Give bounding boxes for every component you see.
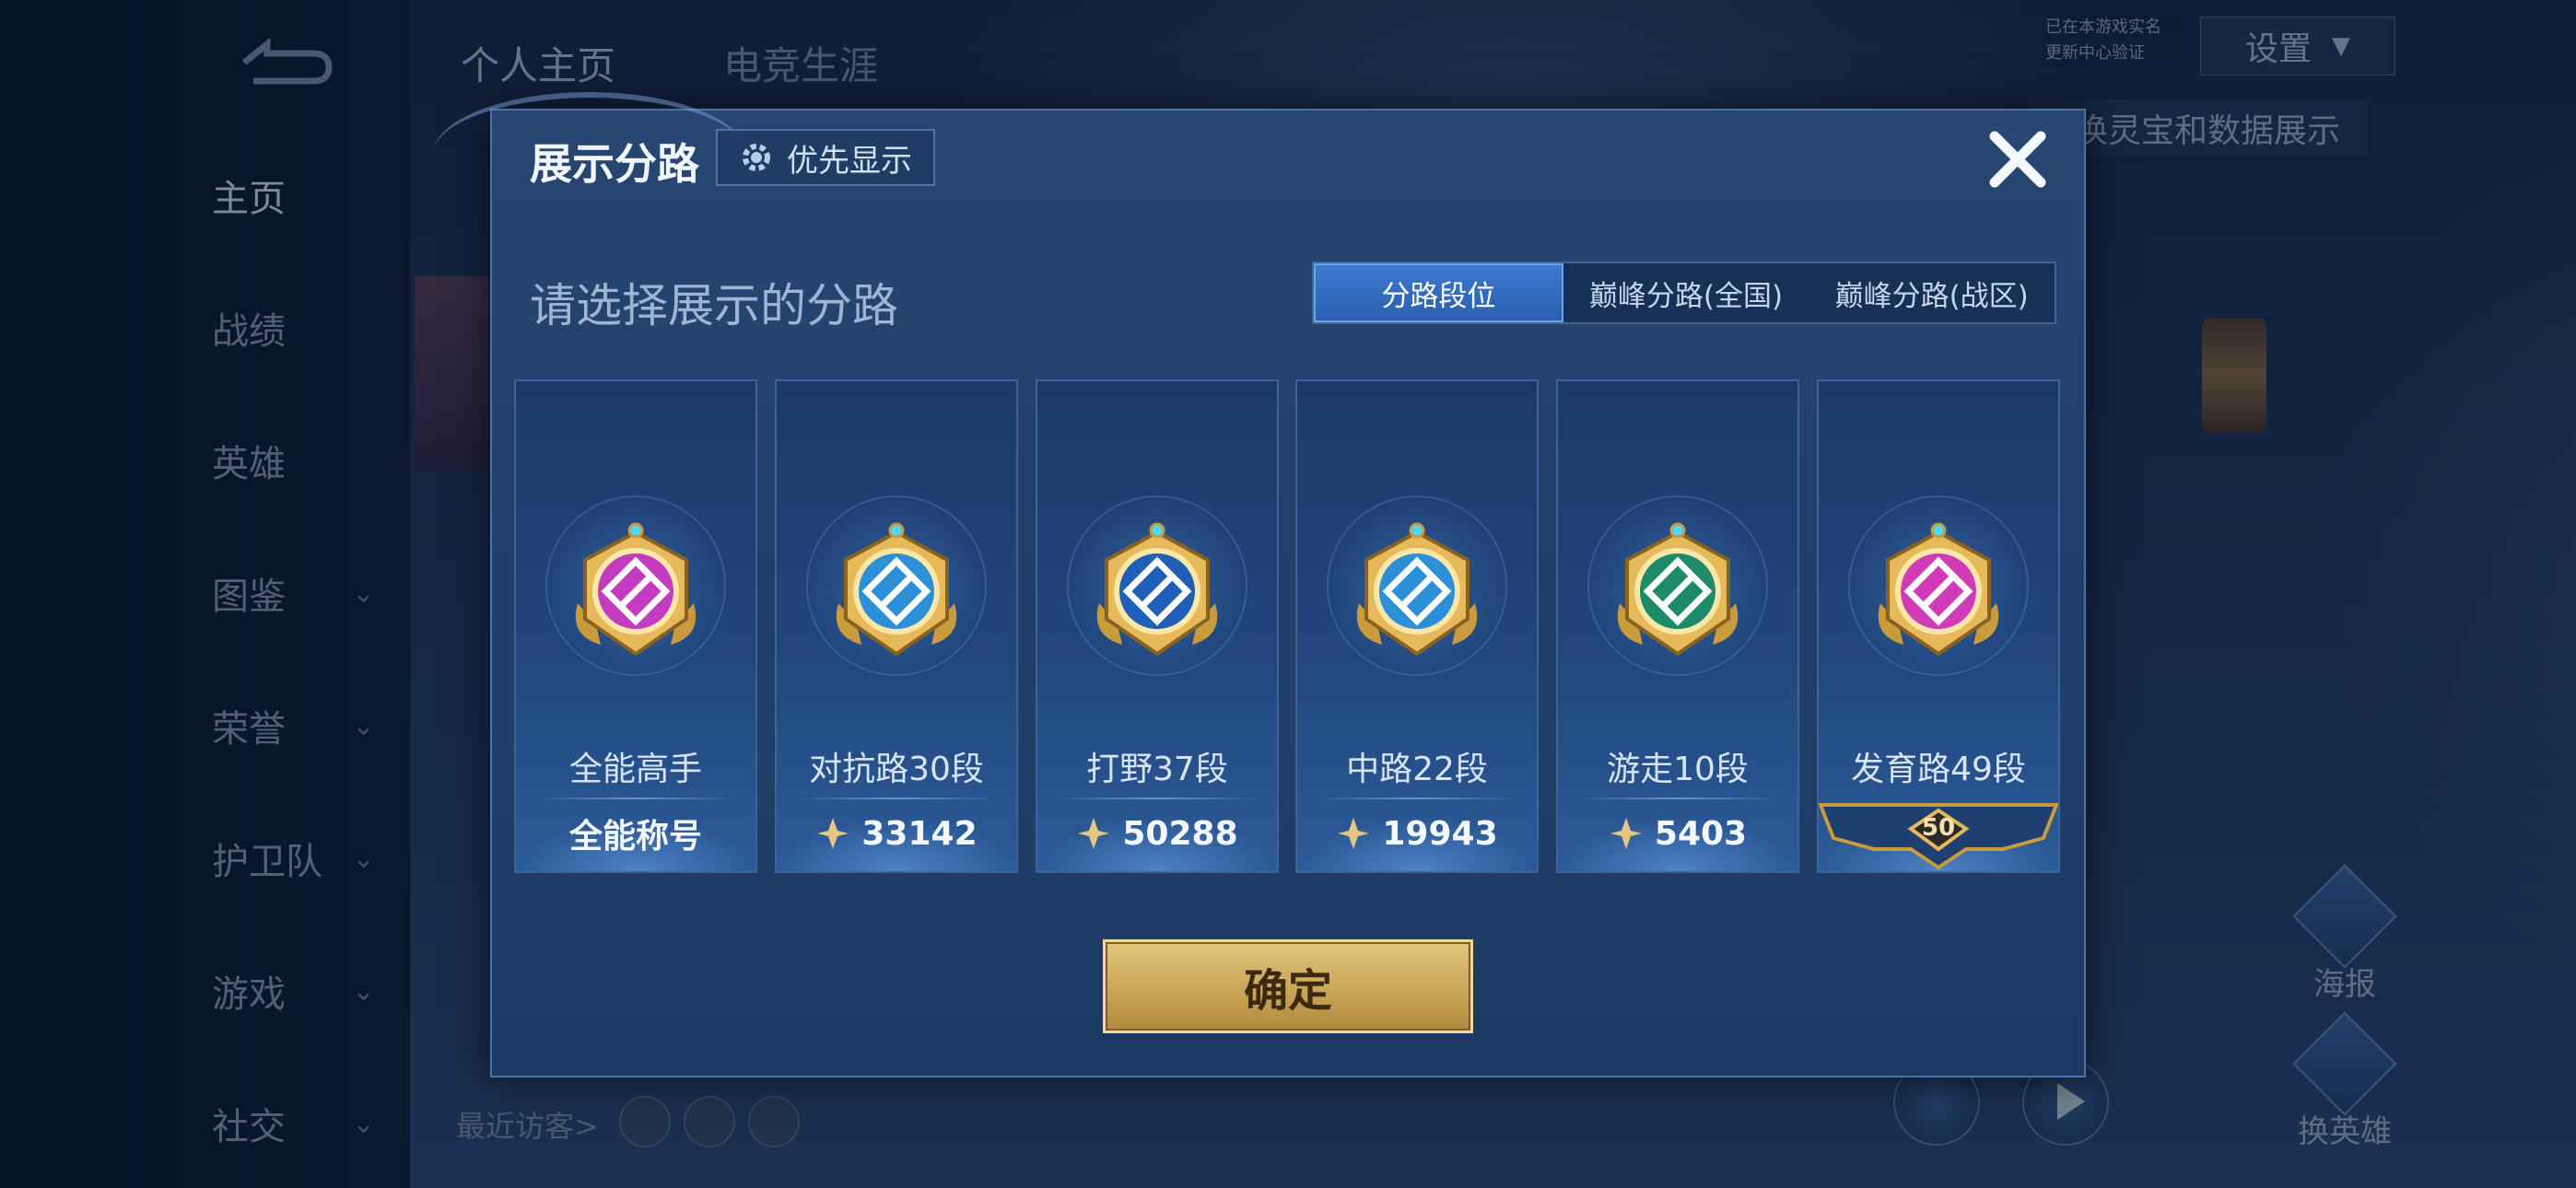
card-divider: [1576, 798, 1779, 799]
lane-score-value: 50288: [1122, 814, 1238, 853]
lane-name: 发育路49段: [1851, 751, 2026, 788]
close-icon[interactable]: [1985, 127, 2050, 192]
lane-name: 全能高手: [568, 751, 702, 788]
lane-card[interactable]: 对抗路30段 33142: [775, 379, 1018, 873]
lane-score: 50288: [1037, 810, 1277, 856]
roam-emblem-icon: [1601, 516, 1754, 669]
lane-card[interactable]: 打野37段 50288: [1036, 379, 1279, 873]
priority-display-label: 优先显示: [787, 142, 912, 180]
lane-name: 打野37段: [1086, 751, 1228, 788]
lane-card[interactable]: 全能高手 全能称号: [514, 379, 757, 873]
lane-name: 中路22段: [1346, 751, 1488, 788]
card-divider: [1056, 798, 1259, 799]
confirm-button[interactable]: 确定: [1103, 939, 1473, 1033]
gear-icon: [743, 144, 770, 171]
lane-points-icon: [1078, 818, 1110, 849]
jungle-emblem-icon: [1081, 516, 1234, 669]
select-lane-prompt: 请选择展示的分路: [530, 279, 898, 332]
all-round-emblem-icon: [559, 516, 712, 669]
lane-score-value: 33142: [861, 814, 978, 853]
card-divider: [1316, 798, 1518, 799]
lane-card[interactable]: 游走10段 5403: [1556, 379, 1799, 873]
lane-points-icon: [817, 818, 849, 849]
lane-card[interactable]: 发育路49段 50: [1817, 379, 2060, 873]
lane-card[interactable]: 中路22段 19943: [1295, 379, 1539, 873]
lane-score-value: 19943: [1382, 814, 1498, 853]
lane-score: 5403: [1558, 810, 1797, 856]
lane-name: 对抗路30段: [809, 751, 984, 788]
tab-peak-lane-region[interactable]: 巅峰分路(战区): [1809, 263, 2055, 322]
modal-title: 展示分路: [530, 139, 699, 189]
lane-name: 游走10段: [1607, 751, 1749, 788]
lane-score-value: 5403: [1654, 814, 1748, 853]
level-number: 50: [1921, 814, 1956, 842]
card-divider: [534, 798, 737, 799]
lane-score: 全能称号: [516, 810, 755, 856]
level-banner: 50: [1818, 801, 2059, 871]
farm-lane-emblem-icon: [1862, 516, 2015, 669]
priority-display-button[interactable]: 优先显示: [716, 129, 935, 186]
clash-lane-emblem-icon: [820, 516, 973, 669]
card-divider: [795, 798, 998, 799]
lane-points-icon: [1610, 818, 1642, 849]
lane-type-tabs: 分路段位 巅峰分路(全国) 巅峰分路(战区): [1312, 262, 2056, 324]
lane-score-value: 全能称号: [568, 818, 702, 856]
mid-lane-emblem-icon: [1341, 516, 1493, 669]
tab-lane-rank[interactable]: 分路段位: [1314, 263, 1563, 322]
lane-score: 19943: [1297, 810, 1537, 856]
tab-peak-lane-national[interactable]: 巅峰分路(全国): [1563, 263, 1809, 322]
lane-score: 33142: [777, 810, 1016, 856]
lane-points-icon: [1338, 818, 1370, 849]
